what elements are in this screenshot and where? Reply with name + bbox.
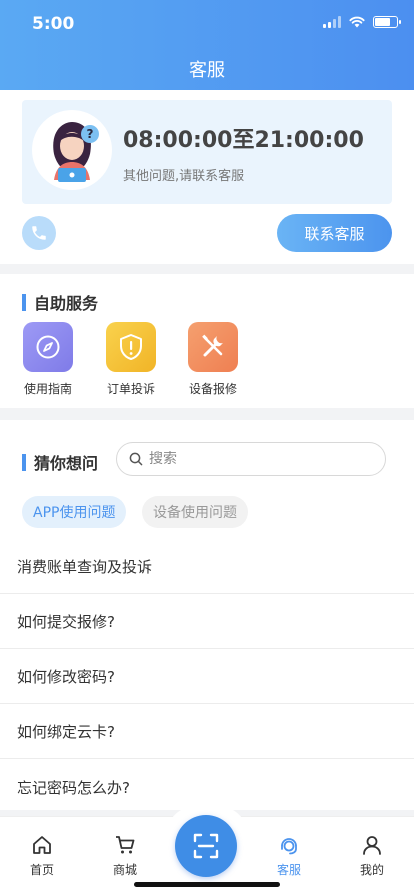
search-box[interactable] <box>116 442 386 476</box>
service-item-guide[interactable]: 使用指南 <box>18 322 78 397</box>
service-hours-card: ? 08:00:00至21:00:00 其他问题,请联系客服 <box>22 100 392 204</box>
search-icon <box>129 452 143 466</box>
section-marker <box>22 453 26 471</box>
svg-text:?: ? <box>87 127 94 141</box>
guess-section: 猜你想问 APP使用问题 设备使用问题 消费账单查询及投诉 如何提交报修? 如何… <box>0 420 414 810</box>
customer-service-avatar: ? <box>32 110 112 190</box>
battery-icon <box>373 16 401 28</box>
faq-item[interactable]: 如何提交报修? <box>0 595 414 649</box>
tab-label: 商城 <box>112 863 137 877</box>
tab-app-questions[interactable]: APP使用问题 <box>22 496 127 528</box>
search-input[interactable] <box>149 451 369 467</box>
status-icons <box>323 16 401 28</box>
tab-home[interactable]: 首页 <box>12 833 72 878</box>
service-item-complaint[interactable]: 订单投诉 <box>101 322 161 397</box>
service-item-label: 订单投诉 <box>106 382 155 396</box>
guess-title: 猜你想问 <box>22 450 98 474</box>
wifi-icon <box>349 16 365 28</box>
phone-icon[interactable] <box>22 216 56 250</box>
tab-mall[interactable]: 商城 <box>95 833 155 878</box>
service-item-label: 使用指南 <box>23 382 72 396</box>
service-hours-note: 其他问题,请联系客服 <box>123 169 245 184</box>
section-marker <box>22 293 26 311</box>
scan-icon <box>193 833 219 859</box>
tools-icon <box>188 322 238 372</box>
home-indicator <box>134 882 280 887</box>
service-item-repair[interactable]: 设备报修 <box>183 322 243 397</box>
self-service-title: 自助服务 <box>22 290 98 314</box>
scan-button[interactable] <box>175 815 237 877</box>
phone-glyph-icon <box>32 226 46 240</box>
self-service-title-text: 自助服务 <box>34 294 99 313</box>
tab-label: 首页 <box>29 863 54 877</box>
signal-icon <box>323 16 341 28</box>
tab-support[interactable]: 客服 <box>259 833 319 878</box>
faq-item[interactable]: 消费账单查询及投诉 <box>0 540 414 594</box>
tab-device-questions[interactable]: 设备使用问题 <box>142 496 248 528</box>
agent-illustration-icon: ? <box>53 122 99 182</box>
home-icon <box>12 833 72 857</box>
support-icon <box>259 833 319 857</box>
self-service-section: 自助服务 使用指南 订单投诉 设备报修 <box>0 274 414 408</box>
status-time: 5:00 <box>32 14 75 34</box>
service-hours: 08:00:00至21:00:00 <box>123 128 364 153</box>
faq-item[interactable]: 如何绑定云卡? <box>0 705 414 759</box>
contact-section: ? 08:00:00至21:00:00 其他问题,请联系客服 联系客服 <box>0 90 414 264</box>
shield-alert-icon <box>106 322 156 372</box>
page-title: 客服 <box>189 60 225 81</box>
guess-title-text: 猜你想问 <box>34 454 99 473</box>
faq-item[interactable]: 如何修改密码? <box>0 650 414 704</box>
header: 5:00 客服 <box>0 0 414 90</box>
tab-label: 我的 <box>359 863 384 877</box>
tab-label: 客服 <box>276 863 301 877</box>
user-icon <box>342 833 402 857</box>
contact-support-button[interactable]: 联系客服 <box>277 214 392 252</box>
service-item-label: 设备报修 <box>188 382 237 396</box>
tab-profile[interactable]: 我的 <box>342 833 402 878</box>
compass-icon <box>23 322 73 372</box>
screen: 5:00 客服 ? 08:00:00至21:00:00 其他问题,请联系客服 联… <box>0 0 414 896</box>
cart-icon <box>95 833 155 857</box>
